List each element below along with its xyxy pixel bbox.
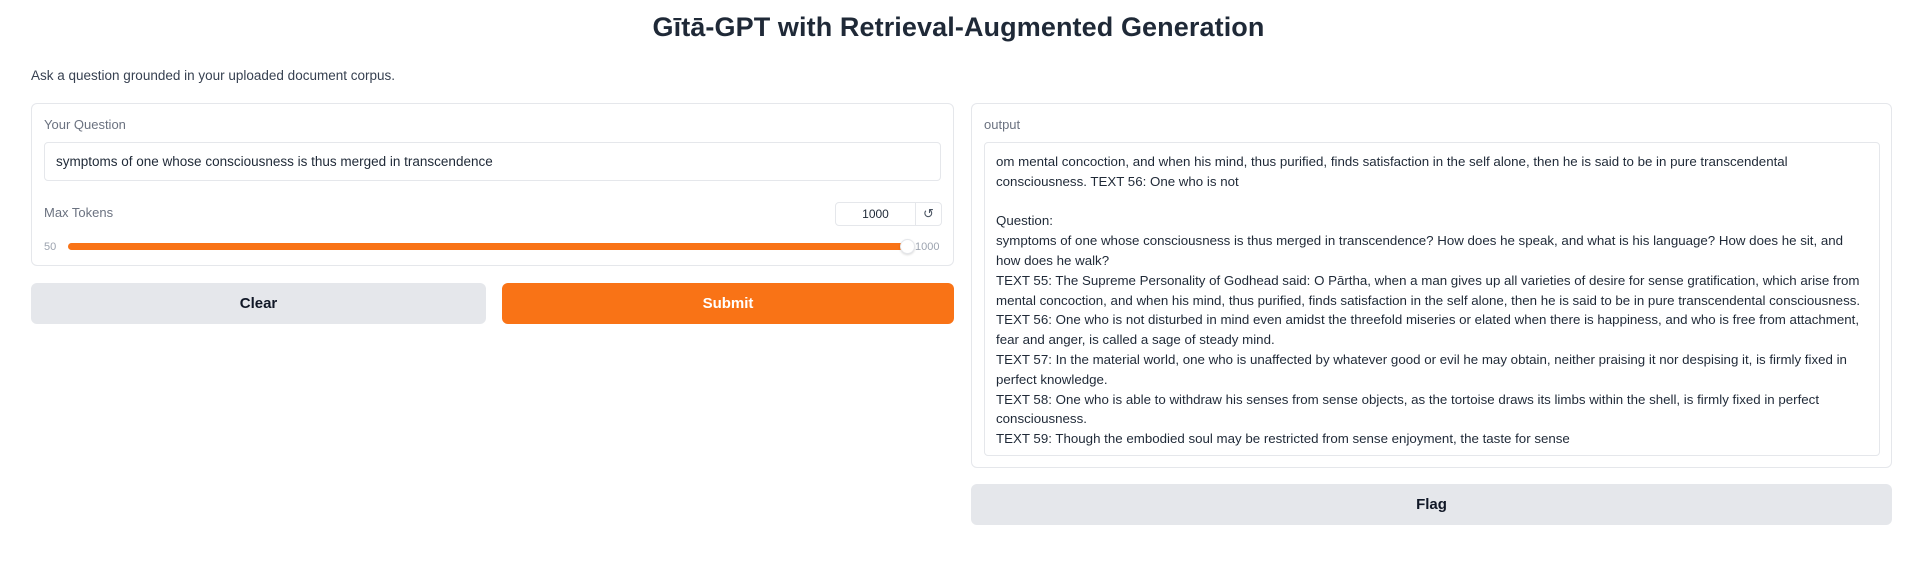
question-label: Your Question (44, 117, 126, 132)
slider-min-label: 50 (44, 241, 57, 253)
output-textbox[interactable]: om mental concoction, and when his mind,… (984, 142, 1880, 456)
clear-button[interactable]: Clear (31, 283, 486, 324)
page-title: Gītā-GPT with Retrieval-Augmented Genera… (652, 12, 1265, 42)
app-root: Gītā-GPT with Retrieval-Augmented Genera… (0, 0, 1917, 567)
question-input[interactable] (44, 142, 941, 181)
slider-fill (68, 243, 908, 250)
output-panel: output om mental concoction, and when hi… (971, 103, 1892, 468)
flag-button[interactable]: Flag (971, 484, 1892, 525)
max-tokens-number-input[interactable]: 1000 (835, 202, 916, 226)
reset-icon[interactable]: ↺ (916, 202, 942, 226)
slider-thumb[interactable] (900, 239, 915, 254)
output-label: output (984, 117, 1021, 132)
max-tokens-slider[interactable] (68, 239, 915, 254)
input-panel: Your Question Max Tokens 1000 ↺ 50 1000 (31, 103, 954, 266)
slider-max-label: 1000 (915, 241, 940, 253)
max-tokens-label: Max Tokens (44, 205, 114, 220)
submit-button[interactable]: Submit (502, 283, 954, 324)
page-subtitle: Ask a question grounded in your uploaded… (31, 68, 395, 83)
